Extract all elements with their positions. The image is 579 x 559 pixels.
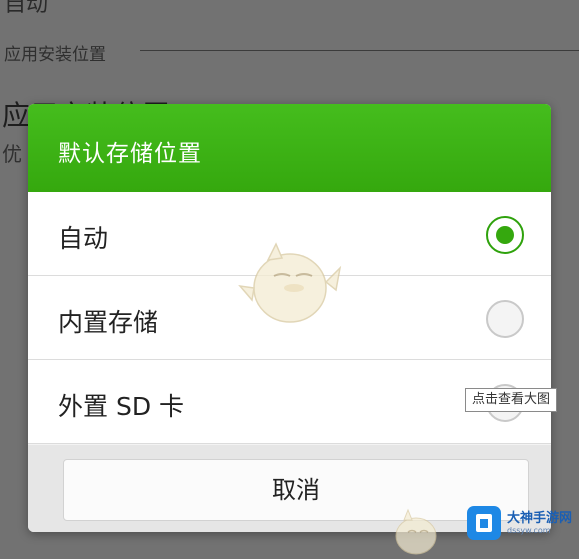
cancel-button[interactable]: 取消 [63, 459, 529, 521]
mascot-small-watermark-icon [395, 508, 437, 555]
section-header-install-location: 应用安装位置 [4, 45, 106, 65]
option-label: 自动 [58, 224, 109, 253]
setting-item-subtitle: 优 [2, 142, 22, 166]
site-watermark-name: 大神手游网 [507, 511, 573, 526]
section-divider [140, 50, 579, 51]
site-watermark-url: dssyw.com [507, 526, 551, 535]
radio-dot [496, 226, 514, 244]
site-watermark: 大神手游网 dssyw.com [467, 505, 573, 541]
option-label: 内置存储 [58, 308, 159, 337]
option-label: 外置 SD 卡 [58, 392, 185, 421]
dialog-title: 默认存储位置 [58, 141, 202, 167]
radio-internal-storage[interactable] [486, 300, 524, 338]
dialog-header: 默认存储位置 [28, 104, 551, 192]
background-top-text: 自动 [4, 0, 49, 17]
mascot-watermark-icon [238, 242, 342, 323]
radio-auto-checked[interactable] [486, 216, 524, 254]
site-logo-icon [467, 506, 501, 540]
view-large-image-tooltip: 点击查看大图 [465, 388, 558, 412]
